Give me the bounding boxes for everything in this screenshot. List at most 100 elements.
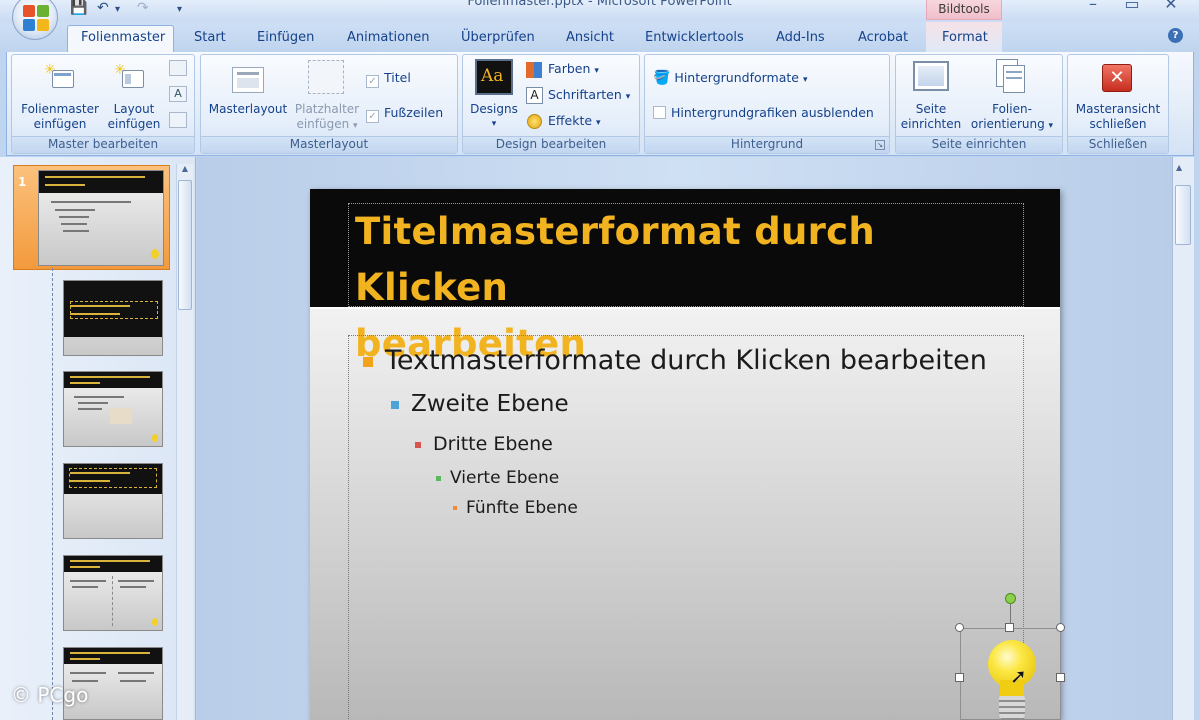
tab-folienmaster[interactable]: Folienmaster	[81, 30, 165, 45]
scroll-up-icon[interactable]: ▲	[178, 164, 192, 178]
button-label-line: Layout	[113, 102, 155, 116]
preserve-icon[interactable]	[169, 112, 187, 128]
masterlayout-button[interactable]: Masterlayout	[207, 102, 289, 117]
folienmaster-einfuegen-button[interactable]: Folienmaster einfügen	[20, 102, 100, 132]
button-label-line: Designs	[470, 102, 518, 116]
redo-icon[interactable]: ↷	[137, 0, 149, 16]
tab-acrobat[interactable]: Acrobat	[858, 30, 908, 45]
level-text: Vierte Ebene	[450, 468, 560, 488]
dropdown-arrow-icon: ▾	[625, 92, 631, 102]
office-logo-icon	[23, 5, 49, 31]
checkbox-icon: ✓	[366, 75, 379, 88]
masterlayout-icon	[232, 67, 264, 93]
masteransicht-schliessen-button[interactable]: Masteransicht schließen	[1070, 102, 1166, 132]
button-label-line: schließen	[1089, 117, 1147, 131]
resize-handle[interactable]	[1005, 623, 1014, 632]
tab-format[interactable]: Format	[942, 30, 988, 45]
button-label-line: Folienmaster	[21, 102, 99, 116]
text-level-2: Zweite Ebene	[391, 391, 569, 417]
designs-button[interactable]: Designs ▾	[466, 102, 522, 132]
layout-einfuegen-icon: ✳	[114, 62, 144, 90]
contextual-tab-group-label: Bildtools	[926, 0, 1002, 20]
minimize-icon[interactable]: –	[1078, 0, 1108, 13]
dropdown-arrow-icon: ▾	[491, 119, 497, 129]
save-icon[interactable]: 💾	[70, 0, 87, 16]
tab-add-ins[interactable]: Add-Ins	[776, 30, 825, 45]
tab-animationen[interactable]: Animationen	[347, 30, 430, 45]
maximize-icon[interactable]: ▭	[1117, 0, 1147, 13]
group-label: Schließen	[1068, 136, 1168, 153]
group-label: Seite einrichten	[896, 136, 1062, 153]
title-line: Titelmasterformat durch Klicken	[355, 210, 876, 309]
hintergrundgrafiken-ausblenden-checkbox[interactable]: Hintergrundgrafiken ausblenden	[653, 105, 874, 120]
thumbnail-layout-content[interactable]	[63, 371, 163, 447]
help-icon[interactable]: ?	[1168, 28, 1183, 43]
mouse-cursor-icon: ➚	[1010, 664, 1027, 688]
resize-handle[interactable]	[1056, 623, 1065, 632]
checkbox-label: Titel	[384, 70, 411, 85]
rename-icon[interactable]: A	[169, 86, 187, 102]
text-level-5: Fünfte Ebene	[453, 498, 578, 518]
platzhalter-icon	[308, 60, 344, 94]
folienorientierung-button[interactable]: Folien- orientierung ▾	[966, 102, 1058, 134]
bullet-icon	[415, 441, 421, 448]
designs-icon: Aa	[475, 59, 513, 95]
effekte-button[interactable]: Effekte ▾	[526, 113, 601, 129]
titel-checkbox[interactable]: ✓ Titel	[366, 70, 411, 88]
farben-icon	[526, 62, 542, 78]
schriftarten-button[interactable]: A Schriftarten ▾	[526, 87, 631, 104]
thumbnail-master[interactable]	[38, 170, 164, 266]
button-label-line: einrichten	[900, 117, 962, 131]
layout-einfuegen-button[interactable]: Layout einfügen	[104, 102, 164, 132]
thumbnail-layout-section[interactable]	[63, 463, 163, 539]
tab-ansicht[interactable]: Ansicht	[566, 30, 614, 45]
undo-dropdown-icon[interactable]: ▾	[115, 4, 120, 15]
bullet-icon	[453, 506, 457, 510]
checkbox-label: Fußzeilen	[384, 105, 444, 120]
hintergrundformate-button[interactable]: 🪣 Hintergrundformate ▾	[653, 70, 808, 86]
level-text: Textmasterformate durch Klicken bearbeit…	[385, 345, 987, 376]
delete-slide-icon[interactable]	[169, 60, 187, 76]
close-icon[interactable]: ✕	[1156, 0, 1186, 13]
tab-ueberpruefen[interactable]: Überprüfen	[461, 30, 535, 45]
paint-bucket-icon: 🪣	[653, 70, 671, 86]
slide-scrollbar[interactable]: ▲	[1172, 157, 1194, 720]
resize-handle[interactable]	[1056, 673, 1065, 682]
thumbnail-connector-line	[52, 268, 53, 720]
seite-einrichten-icon	[913, 61, 949, 91]
dialog-launcher-icon[interactable]: ↘	[875, 140, 885, 150]
tab-entwicklertools[interactable]: Entwicklertools	[645, 30, 744, 45]
button-label: Hintergrundformate	[674, 70, 799, 85]
group-label: Design bearbeiten	[463, 136, 639, 153]
fusszeilen-checkbox[interactable]: ✓ Fußzeilen	[366, 105, 443, 123]
button-label-line: einfügen	[33, 117, 87, 131]
farben-button[interactable]: Farben ▾	[526, 61, 599, 78]
tab-start[interactable]: Start	[194, 30, 226, 45]
thumbnail-layout-title[interactable]	[63, 280, 163, 356]
checkbox-icon	[653, 106, 666, 119]
undo-icon[interactable]: ↶	[97, 0, 109, 16]
folienorientierung-icon	[996, 59, 1026, 93]
group-label: Master bearbeiten	[12, 136, 194, 153]
close-master-icon: ✕	[1102, 64, 1132, 92]
group-hintergrund: Hintergrund	[644, 54, 890, 154]
thumbnail-layout-two-content[interactable]	[63, 555, 163, 631]
folienmaster-einfuegen-icon: ✳	[44, 62, 74, 90]
scrollbar-thumb[interactable]	[1175, 185, 1191, 245]
scroll-up-icon[interactable]: ▲	[1176, 163, 1182, 172]
dropdown-arrow-icon: ▾	[802, 75, 808, 85]
thumbnail-scrollbar[interactable]: ▲	[176, 164, 193, 720]
title-placeholder[interactable]: Titelmasterformat durch Klicken bearbeit…	[348, 203, 1024, 365]
seite-einrichten-button[interactable]: Seite einrichten	[898, 102, 964, 132]
rotation-handle[interactable]	[1005, 593, 1016, 604]
scrollbar-thumb[interactable]	[178, 180, 192, 310]
text-placeholder[interactable]: Textmasterformate durch Klicken bearbeit…	[348, 335, 1024, 720]
tab-einfuegen[interactable]: Einfügen	[257, 30, 314, 45]
resize-handle[interactable]	[955, 623, 964, 632]
level-text: Dritte Ebene	[433, 433, 553, 455]
resize-handle[interactable]	[955, 673, 964, 682]
thumbnail-number: 1	[18, 175, 27, 189]
platzhalter-einfuegen-button[interactable]: Platzhalter einfügen ▾	[292, 102, 362, 134]
button-label-line: Masteransicht	[1075, 102, 1161, 116]
customize-qat-icon[interactable]: ▾	[177, 4, 182, 15]
